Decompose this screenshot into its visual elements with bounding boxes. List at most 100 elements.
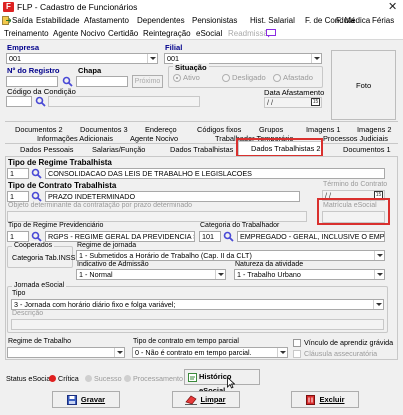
regime-jornada-label: Regime de jornada [77, 242, 137, 249]
menu-hist-salarial[interactable]: Hist. Salarial [250, 16, 295, 25]
historico-esocial-button[interactable]: Histórico eSocial [184, 369, 260, 395]
empresa-combo[interactable]: 001 [6, 53, 158, 64]
filial-label: Filial [165, 43, 183, 52]
data-afast-input: / / 15 [264, 97, 322, 108]
tipo-regime-code[interactable]: 1 [7, 168, 29, 179]
chapa-input[interactable] [76, 76, 128, 87]
categoria-code[interactable]: 101 [199, 231, 221, 242]
app-logo-icon: F [3, 2, 14, 12]
tab-salarias-funcao[interactable]: Salarias/Função [92, 145, 145, 154]
search-regime-prev-icon[interactable] [31, 231, 42, 242]
tipo-tempo-parcial-combo[interactable]: 0 - Não é contrato em tempo parcial. [132, 347, 288, 358]
eraser-icon [185, 395, 197, 405]
highlight-matricula [317, 198, 390, 225]
menu-ferias[interactable]: Férias [372, 16, 394, 25]
menu-saida[interactable]: Saída [12, 16, 33, 25]
radio-afastado-label: Afastado [283, 73, 313, 82]
tab-codigos-fixos[interactable]: Códigos fixos [197, 125, 241, 134]
tipo-contrato-desc: PRAZO INDETERMINADO [45, 191, 300, 202]
cod-condicao-input[interactable] [6, 96, 32, 107]
tab-documentos-2[interactable]: Documentos 2 [15, 125, 63, 134]
tipo-jornada-combo[interactable]: 3 - Jornada com horário diário fixo e fo… [11, 299, 384, 310]
descricao-input [11, 319, 384, 330]
situacao-label: Situação [173, 63, 209, 72]
regime-jornada-combo[interactable]: 1 - Submetidos a Horário de Trabalho (Ca… [76, 250, 385, 261]
regime-prev-code[interactable]: 1 [7, 231, 29, 242]
tab-grupos[interactable]: Grupos [259, 125, 283, 134]
radio-ativo[interactable] [173, 74, 181, 82]
tab-imagens-1[interactable]: Imagens 1 [306, 125, 341, 134]
tipo-contrato-label: Tipo de Contrato Trabalhista [8, 181, 117, 190]
chapa-label: Chapa [78, 66, 102, 75]
objeto-input [7, 211, 307, 222]
tipo-contrato-code[interactable]: 1 [7, 191, 29, 202]
search-registro-icon[interactable] [62, 76, 73, 87]
menu-pensionistas[interactable]: Pensionistas [192, 16, 237, 25]
indicativo-label: Indicativo de Admissão [77, 261, 149, 268]
status-processamento-label: Processamento [133, 374, 183, 383]
tab-documentos-3[interactable]: Documentos 3 [80, 125, 128, 134]
close-window-button[interactable]: ✕ [388, 0, 397, 13]
tab-informacoes-adicionais[interactable]: Informações Adicionais [37, 134, 113, 143]
cooperados-label: Cooperados [12, 242, 55, 249]
history-icon [188, 373, 197, 382]
regime-prev-label: Tipo de Regime Previdenciário [8, 222, 104, 229]
radio-desligado[interactable] [222, 74, 230, 82]
empresa-label: Empresa [7, 43, 40, 52]
menu-dependentes[interactable]: Dependentes [137, 16, 185, 25]
termino-label: Término do Contrato [323, 181, 388, 188]
menu-afastamento[interactable]: Afastamento [84, 16, 129, 25]
highlight-active-tab [236, 138, 323, 157]
vinculo-label: Vínculo de aprendiz grávida [304, 338, 394, 347]
status-critica-label: Crítica [58, 374, 79, 383]
regime-prev-desc: RGPS - REGIME GERAL DA PREVIDENCIA SOCIA [45, 231, 195, 242]
vinculo-checkbox[interactable] [293, 339, 301, 347]
tab-imagens-2[interactable]: Imagens 2 [357, 125, 392, 134]
clausula-checkbox[interactable] [293, 350, 301, 358]
tab-endereco[interactable]: Endereço [145, 125, 177, 134]
gravar-button[interactable]: Gravar [52, 391, 120, 408]
proximo-button[interactable]: Próximo [132, 75, 163, 88]
regime-trabalho-combo[interactable] [7, 347, 125, 358]
tab-documentos-1[interactable]: Documentos 1 [343, 145, 391, 154]
descricao-label: Descrição [12, 310, 44, 317]
radio-afastado[interactable] [273, 74, 281, 82]
tab-dados-pessoais[interactable]: Dados Pessoais [20, 145, 73, 154]
tipo-regime-desc: CONSOLIDACAO DAS LEIS DE TRABALHO E LEGI… [45, 168, 385, 179]
cod-condicao-label: Código da Condição [7, 87, 76, 96]
limpar-button[interactable]: Limpar [172, 391, 240, 408]
search-tipo-contrato-icon[interactable] [31, 191, 42, 202]
natureza-combo[interactable]: 1 - Trabalho Urbano [234, 269, 385, 280]
search-categoria-icon[interactable] [223, 231, 234, 242]
menu-reintegracao[interactable]: Reintegração [143, 29, 191, 38]
radio-ativo-label: Ativo [183, 73, 200, 82]
indicativo-combo[interactable]: 1 - Normal [76, 269, 226, 280]
menu-bar-row2: Treinamento Agente Nocivo Certidão Reint… [0, 27, 403, 40]
regime-trabalho-label: Regime de Trabalho [8, 338, 72, 345]
categoria-label: Categoria do Trabalhador [200, 222, 280, 229]
radio-desligado-label: Desligado [232, 73, 266, 82]
tab-dados-trabalhistas[interactable]: Dados Trabalhistas [170, 145, 233, 154]
chat-icon[interactable] [266, 29, 276, 38]
menu-treinamento[interactable]: Treinamento [4, 29, 49, 38]
status-sucesso-label: Sucesso [94, 374, 122, 383]
natureza-label: Natureza da atividade [235, 261, 304, 268]
status-esocial-label: Status eSocial [6, 374, 52, 383]
tab-processos-judiciais[interactable]: Processos Judiciais [323, 134, 388, 143]
registro-input[interactable] [6, 76, 58, 87]
menu-f-medica[interactable]: F. Médica [336, 16, 370, 25]
tipo-tempo-parcial-label: Tipo de contrato em tempo parcial [133, 338, 239, 345]
search-condicao-icon[interactable] [35, 96, 46, 107]
registro-label: Nº do Registro [7, 66, 60, 75]
menu-certidao[interactable]: Certidão [108, 29, 138, 38]
objeto-label: Objeto determinante da contratação por p… [8, 202, 193, 209]
calendar-icon[interactable]: 15 [311, 98, 320, 106]
search-tipo-regime-icon[interactable] [31, 168, 42, 179]
categoria-tab-label: Categoria Tab.INSS [12, 253, 76, 262]
tab-agente-nocivo[interactable]: Agente Nocivo [130, 134, 178, 143]
jornada-esocial-label: Jornada eSocial [12, 282, 67, 289]
menu-esocial[interactable]: eSocial [196, 29, 222, 38]
menu-estabilidade[interactable]: Estabilidade [36, 16, 80, 25]
excluir-button[interactable]: Excluir [291, 391, 359, 408]
menu-agente-nocivo[interactable]: Agente Nocivo [53, 29, 105, 38]
